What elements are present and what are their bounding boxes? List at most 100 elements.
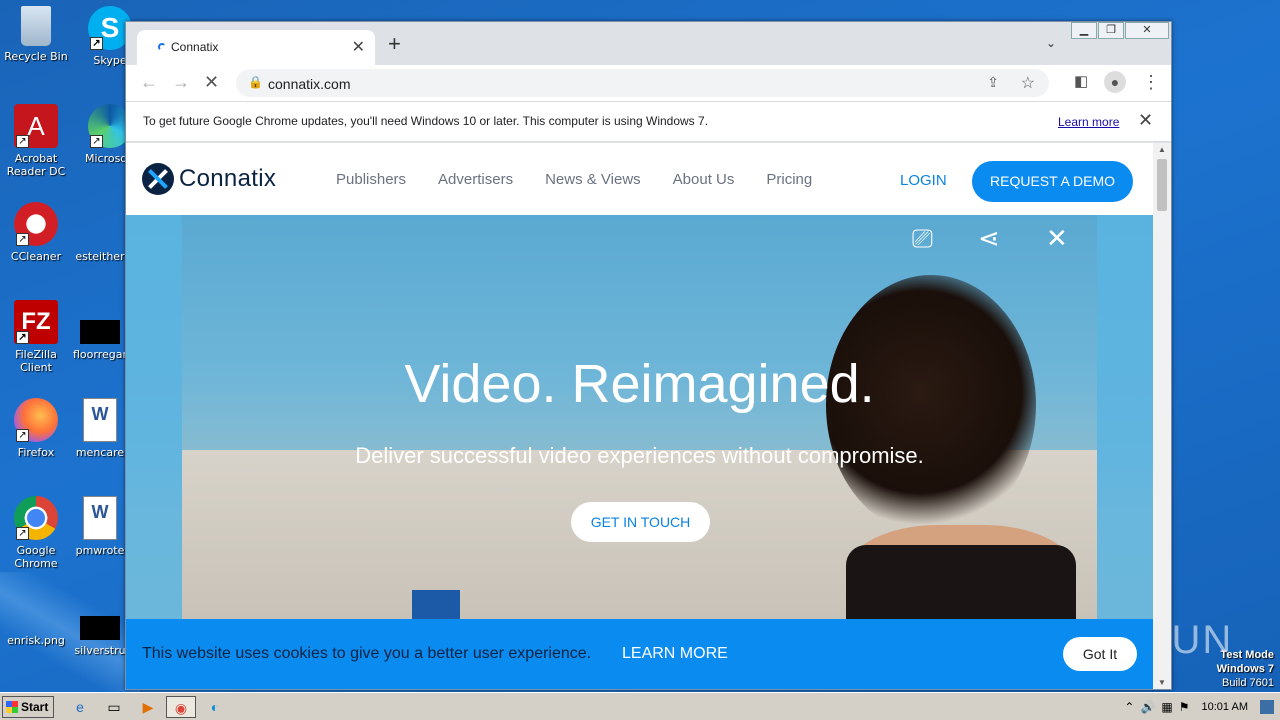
bookmark-star-icon[interactable]: ☆ — [1021, 73, 1035, 93]
infobar-close-icon[interactable]: ✕ — [1138, 110, 1153, 131]
edge-taskbar-icon[interactable]: ◐ — [203, 696, 227, 718]
loading-spinner-icon — [158, 43, 166, 51]
logo-wordmark: Connatix — [179, 165, 277, 192]
test-mode-line: Build 7601 — [1222, 677, 1274, 689]
desktop-icon-filezilla[interactable]: FZ ↗ FileZilla Client — [0, 300, 72, 374]
new-tab-button[interactable]: + — [388, 33, 401, 55]
image-file-icon — [14, 600, 58, 630]
request-demo-button[interactable]: REQUEST A DEMO — [972, 161, 1133, 202]
test-mode-line: Windows 7 — [1216, 663, 1274, 675]
chrome-icon: ↗ — [14, 496, 58, 540]
acrobat-icon: A ↗ — [14, 104, 58, 148]
get-in-touch-button[interactable]: GET IN TOUCH — [571, 502, 710, 542]
cookie-banner: This website uses cookies to give you a … — [126, 619, 1153, 689]
kebab-menu-icon[interactable]: ⋮ — [1142, 71, 1160, 93]
show-desktop-icon[interactable] — [1260, 700, 1274, 714]
update-infobar: To get future Google Chrome updates, you… — [126, 101, 1171, 142]
hero-person-top — [846, 545, 1076, 619]
forward-arrow-icon[interactable]: → — [172, 71, 190, 93]
stop-loading-icon[interactable]: ✕ — [204, 71, 219, 93]
start-button[interactable]: Start — [2, 696, 54, 718]
minimize-button[interactable]: ▁ — [1071, 22, 1097, 39]
filezilla-icon: FZ ↗ — [14, 300, 58, 344]
restore-button[interactable]: ❐ — [1098, 22, 1124, 39]
side-panel-icon[interactable]: ◧ — [1074, 71, 1088, 93]
main-nav: Publishers Advertisers News & Views Abou… — [336, 171, 812, 188]
tab-title: Connatix — [171, 40, 219, 54]
media-player-taskbar-icon[interactable]: ▶ — [136, 696, 160, 718]
chrome-taskbar-icon[interactable]: ◉ — [166, 696, 196, 718]
scrollbar-thumb[interactable] — [1157, 159, 1167, 211]
tab-strip: Connatix ✕ + ⌄ ▁ ❐ ✕ — [126, 22, 1171, 65]
desktop-icon-ccleaner[interactable]: ↗ CCleaner — [0, 202, 72, 263]
network-icon[interactable]: ▦ — [1161, 700, 1172, 714]
test-mode-line: Test Mode — [1220, 649, 1274, 661]
black-file-icon — [80, 320, 120, 344]
address-bar[interactable]: 🔒 connatix.com ⇪ ☆ — [236, 69, 1049, 97]
login-link[interactable]: LOGIN — [900, 172, 947, 189]
hero-title: Video. Reimagined. — [404, 354, 875, 414]
page-viewport: Connatix Publishers Advertisers News & V… — [126, 143, 1153, 689]
learn-more-link[interactable]: Learn more — [1058, 115, 1119, 129]
connatix-logo[interactable]: Connatix — [142, 163, 276, 195]
volume-icon[interactable]: 🔊 — [1140, 700, 1155, 714]
hero-video[interactable]: ⎚ ⋖ ✕ Video. Reimagined. Deliver success… — [126, 215, 1153, 619]
clock[interactable]: 10:01 AM — [1202, 701, 1248, 713]
page-scrollbar[interactable]: ▲ ▼ — [1153, 143, 1171, 689]
url-text: connatix.com — [268, 76, 351, 92]
profile-avatar-icon[interactable]: ● — [1104, 71, 1126, 93]
share-icon[interactable]: ⇪ — [987, 74, 999, 91]
desktop-icon-firefox[interactable]: ↗ Firefox — [0, 398, 72, 459]
nav-about-us[interactable]: About Us — [673, 171, 735, 188]
tab-connatix[interactable]: Connatix ✕ — [137, 30, 375, 65]
black-file-icon — [80, 616, 120, 640]
ccleaner-icon: ↗ — [14, 202, 58, 246]
tray-expand-icon[interactable]: ⌃ — [1124, 700, 1134, 714]
start-label: Start — [21, 700, 49, 714]
site-header: Connatix Publishers Advertisers News & V… — [126, 143, 1153, 215]
lock-icon: 🔒 — [248, 75, 263, 89]
desktop-icon-acrobat[interactable]: A ↗ Acrobat Reader DC — [0, 104, 72, 178]
desktop-icon-chrome[interactable]: ↗ Google Chrome — [0, 496, 72, 570]
share-icon[interactable]: ⋖ — [978, 223, 1000, 254]
desktop-icon-label: Google Chrome — [14, 544, 58, 570]
taskbar: Start e ▭ ▶ ◉ ◐ ⌃ 🔊 ▦ ⚑ 10:01 AM — [0, 692, 1280, 720]
desktop-icon-label: Recycle Bin — [4, 50, 68, 63]
scroll-down-icon[interactable]: ▼ — [1158, 678, 1166, 687]
cast-icon[interactable]: ⎚ — [912, 223, 933, 255]
desktop-icon-label: enrisk.png — [7, 634, 65, 647]
word-document-icon: W — [83, 496, 117, 540]
cookie-accept-button[interactable]: Got It — [1063, 637, 1137, 671]
back-arrow-icon[interactable]: ← — [140, 71, 158, 93]
nav-advertisers[interactable]: Advertisers — [438, 171, 513, 188]
close-tab-icon[interactable]: ✕ — [352, 37, 365, 57]
blank-file-icon — [78, 202, 122, 246]
scroll-up-icon[interactable]: ▲ — [1158, 145, 1166, 154]
ie-taskbar-icon[interactable]: e — [68, 696, 92, 718]
desktop-icon-label: Firefox — [17, 446, 55, 459]
explorer-taskbar-icon[interactable]: ▭ — [102, 696, 126, 718]
nav-pricing[interactable]: Pricing — [766, 171, 812, 188]
desktop-icon-enrisk[interactable]: enrisk.png — [0, 600, 72, 647]
chrome-window: Connatix ✕ + ⌄ ▁ ❐ ✕ ← → ✕ 🔒 connatix.co… — [125, 21, 1172, 690]
tab-search-chevron-icon[interactable]: ⌄ — [1046, 36, 1056, 50]
system-tray: ⌃ 🔊 ▦ ⚑ 10:01 AM — [1124, 695, 1280, 719]
desktop-icon-label: Acrobat Reader DC — [6, 152, 66, 178]
word-document-icon: W — [83, 398, 117, 442]
browser-toolbar: ← → ✕ 🔒 connatix.com ⇪ ☆ ◧ ● ⋮ — [126, 65, 1171, 101]
window-controls: ▁ ❐ ✕ — [1070, 22, 1169, 39]
hero-side-panel — [126, 215, 182, 619]
desktop-icon-label: CCleaner — [10, 250, 62, 263]
close-video-icon[interactable]: ✕ — [1046, 223, 1068, 254]
windows-flag-icon — [6, 701, 18, 713]
firefox-icon: ↗ — [14, 398, 58, 442]
desktop-icon-recycle-bin[interactable]: Recycle Bin — [0, 6, 72, 63]
hero-subtitle: Deliver successful video experiences wit… — [355, 443, 924, 468]
infobar-message: To get future Google Chrome updates, you… — [143, 114, 709, 128]
close-window-button[interactable]: ✕ — [1125, 22, 1169, 39]
nav-news-views[interactable]: News & Views — [545, 171, 641, 188]
cookie-learn-more-link[interactable]: LEARN MORE — [622, 645, 728, 663]
nav-publishers[interactable]: Publishers — [336, 171, 406, 188]
cookie-message: This website uses cookies to give you a … — [142, 645, 592, 662]
action-center-flag-icon[interactable]: ⚑ — [1179, 700, 1190, 714]
